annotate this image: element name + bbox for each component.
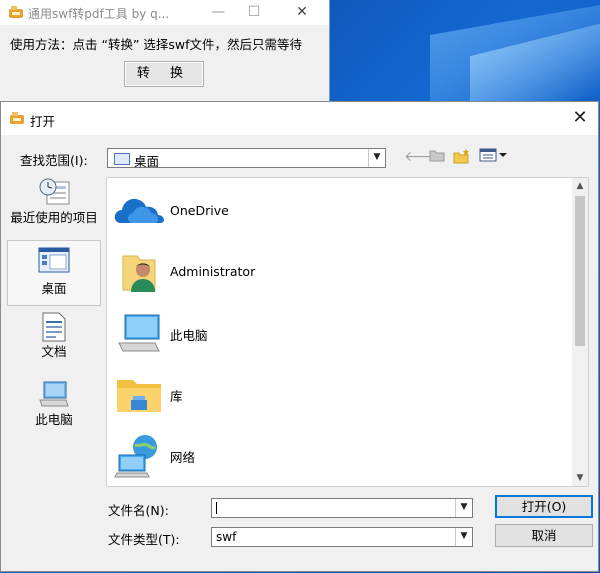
file-type-value: swf	[216, 530, 237, 544]
up-folder-icon[interactable]	[428, 148, 446, 166]
place-recent[interactable]: 最近使用的项目	[7, 176, 101, 238]
file-type-label: 文件类型(T):	[108, 532, 180, 547]
vertical-scrollbar[interactable]: ▲ ▼	[572, 178, 588, 486]
file-list: OneDrive Administrator 此电脑 库 网络 ▲ ▼	[106, 177, 589, 487]
look-in-dropdown[interactable]: 桌面 ▼	[107, 148, 386, 169]
place-label: 此电脑	[35, 412, 73, 427]
back-arrow-icon[interactable]: 🡐	[404, 148, 442, 166]
look-in-value: 桌面	[134, 154, 160, 169]
text-caret	[216, 502, 217, 514]
item-name: 库	[170, 389, 183, 404]
scroll-up-icon[interactable]: ▲	[572, 178, 588, 194]
list-item-this-pc[interactable]: 此电脑	[107, 303, 573, 363]
dialog-titlebar: 打开 ✕	[1, 102, 598, 135]
instruction-text: 使用方法：点击 “转换” 选择swf文件，然后只需等待	[10, 37, 303, 52]
place-desktop[interactable]: 桌面	[7, 240, 101, 306]
minimize-button[interactable]: —	[206, 2, 230, 22]
network-icon	[114, 435, 157, 478]
app-titlebar: 通用swf转pdf工具 by q... — ☐ ✕	[0, 0, 329, 25]
place-label: 最近使用的项目	[10, 210, 98, 225]
chevron-down-icon[interactable]: ▼	[455, 528, 472, 546]
chevron-down-icon[interactable]: ▼	[455, 499, 472, 517]
close-button[interactable]: ✕	[290, 2, 314, 22]
scrollbar-thumb[interactable]	[575, 196, 585, 346]
app-window: 通用swf转pdf工具 by q... — ☐ ✕ 使用方法：点击 “转换” 选…	[0, 0, 330, 105]
maximize-button[interactable]: ☐	[242, 2, 266, 22]
file-name-input[interactable]: ▼	[211, 498, 473, 518]
app-icon	[8, 5, 24, 22]
convert-button[interactable]: 转 换	[124, 61, 204, 87]
open-file-dialog: 打开 ✕ 查找范围(I): 桌面 ▼ 🡐 最近使用的项目 桌面 文档 此电脑 O…	[0, 101, 599, 572]
place-documents[interactable]: 文档	[7, 312, 101, 367]
desktop-icon	[38, 247, 70, 273]
open-button[interactable]: 打开(O)	[495, 495, 593, 518]
item-name: 网络	[170, 450, 196, 465]
documents-icon	[42, 312, 66, 342]
desktop-small-icon	[114, 153, 130, 165]
list-item-library[interactable]: 库	[107, 364, 573, 424]
place-label: 桌面	[41, 281, 67, 296]
new-folder-icon[interactable]	[452, 148, 472, 166]
place-this-pc[interactable]: 此电脑	[7, 380, 101, 435]
chevron-down-icon[interactable]: ▼	[368, 149, 385, 167]
list-item-network[interactable]: 网络	[107, 425, 573, 485]
scroll-down-icon[interactable]: ▼	[572, 470, 588, 486]
file-type-dropdown[interactable]: swf ▼	[211, 527, 473, 547]
view-menu-icon[interactable]	[478, 148, 510, 166]
dialog-close-button[interactable]: ✕	[568, 107, 592, 131]
computer-icon	[118, 314, 160, 352]
file-name-label: 文件名(N):	[108, 503, 169, 518]
place-label: 文档	[41, 344, 67, 359]
library-folder-icon	[117, 380, 161, 412]
list-item-onedrive[interactable]: OneDrive	[107, 181, 573, 241]
app-title: 通用swf转pdf工具 by q...	[28, 7, 170, 21]
cancel-button[interactable]: 取消	[495, 524, 593, 547]
dialog-app-icon	[9, 111, 25, 128]
list-item-administrator[interactable]: Administrator	[107, 242, 573, 302]
look-in-label: 查找范围(I):	[20, 153, 88, 168]
recent-icon	[39, 178, 70, 205]
user-folder-icon	[122, 255, 156, 292]
item-name: OneDrive	[170, 203, 229, 218]
item-name: Administrator	[170, 264, 256, 279]
onedrive-icon	[114, 198, 164, 223]
this-pc-icon	[39, 381, 69, 407]
item-name: 此电脑	[170, 328, 208, 343]
dialog-title: 打开	[30, 114, 56, 129]
